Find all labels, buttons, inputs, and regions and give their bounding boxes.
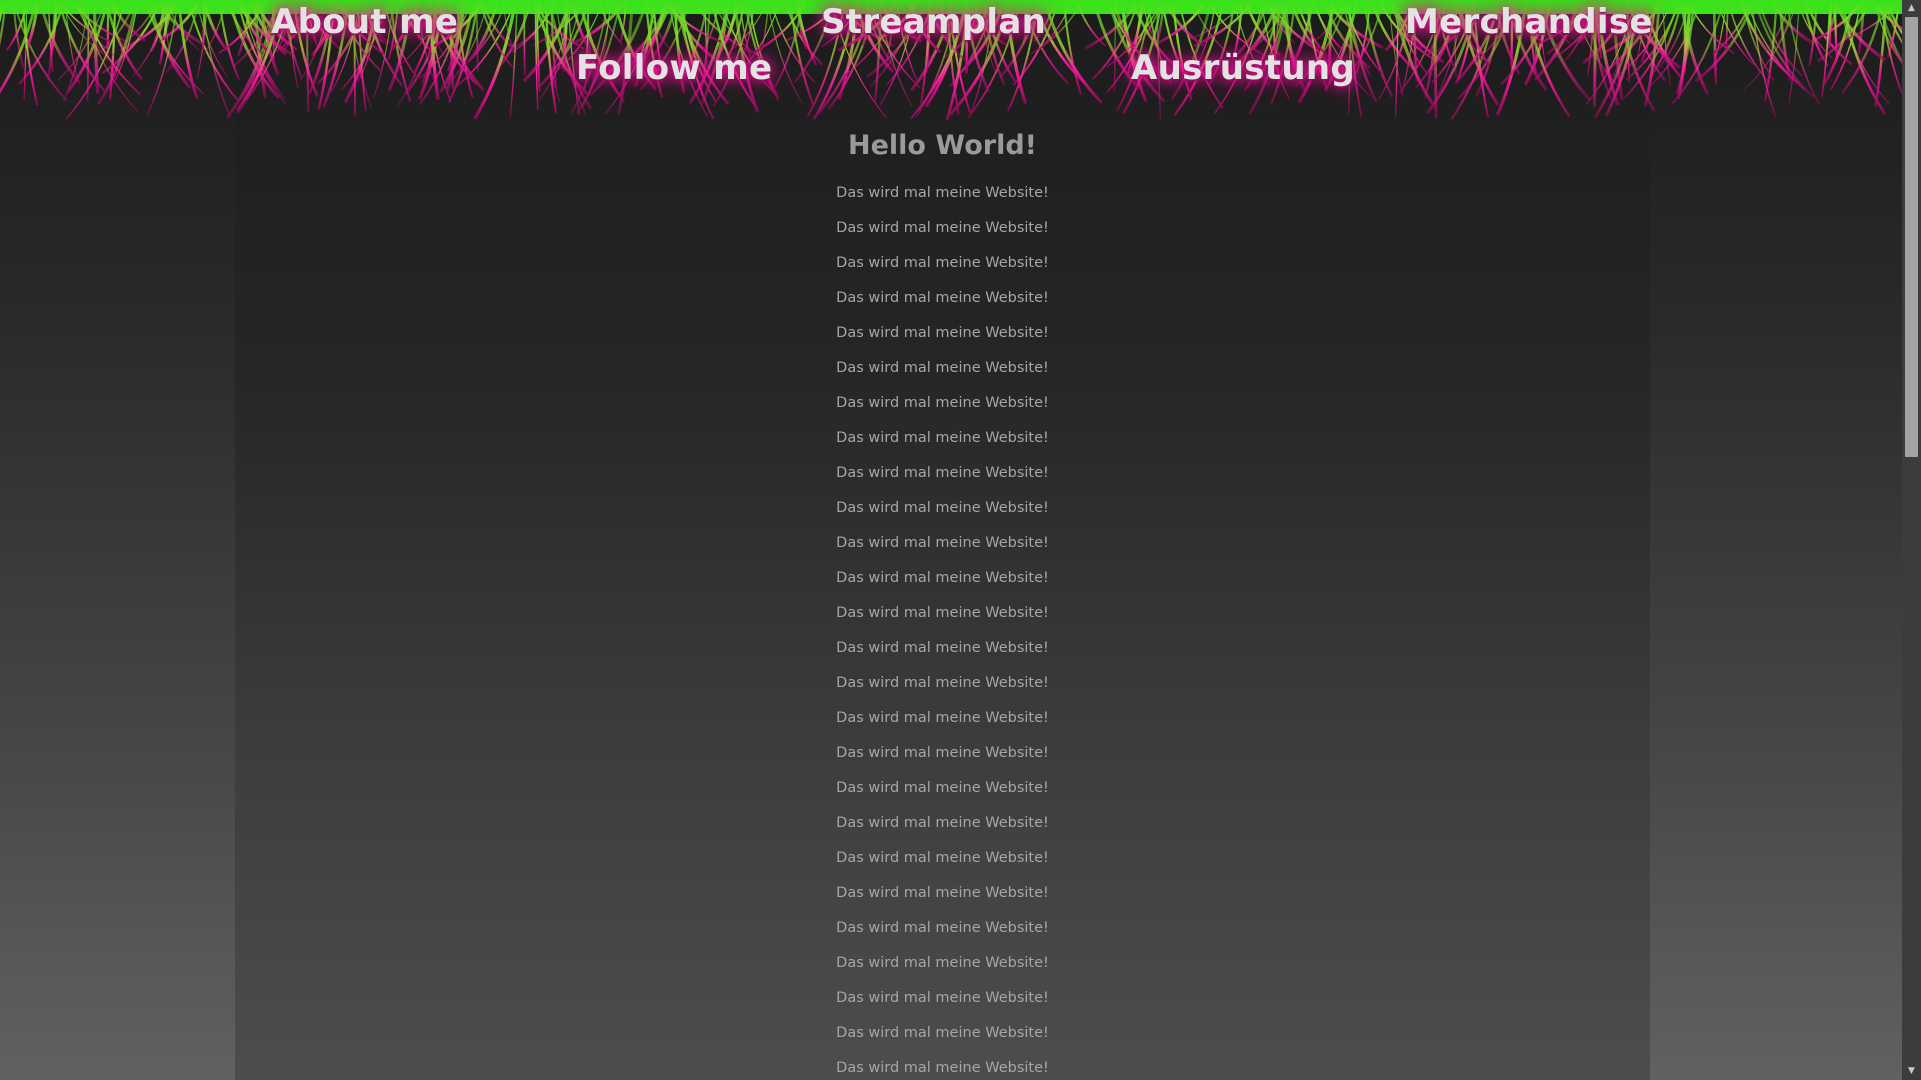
text-line: Das wird mal meine Website! [836,640,1049,656]
text-line: Das wird mal meine Website! [836,780,1049,796]
text-line: Das wird mal meine Website! [836,605,1049,621]
scrollbar-thumb[interactable] [1905,17,1918,457]
text-line: Das wird mal meine Website! [836,255,1049,271]
text-line: Das wird mal meine Website! [836,990,1049,1006]
text-line: Das wird mal meine Website! [836,885,1049,901]
nav-link-ausruestung[interactable]: Ausrüstung [1131,48,1355,88]
text-line: Das wird mal meine Website! [836,955,1049,971]
text-line: Das wird mal meine Website! [836,500,1049,516]
arrow-down-icon[interactable]: ▼ [1902,1063,1921,1080]
main-content: Hello World! Das wird mal meine Website!… [235,126,1650,1080]
text-line: Das wird mal meine Website! [836,675,1049,691]
nav-link-streamplan[interactable]: Streamplan [821,2,1046,42]
vertical-scrollbar[interactable]: ▲ ▼ [1902,0,1921,1080]
text-line: Das wird mal meine Website! [836,220,1049,236]
text-line: Das wird mal meine Website! [836,815,1049,831]
page-viewport: About me Streamplan Merchandise Follow m… [0,0,1902,1080]
text-line: Das wird mal meine Website! [836,1060,1049,1076]
text-line: Das wird mal meine Website! [836,920,1049,936]
text-line: Das wird mal meine Website! [836,290,1049,306]
text-line: Das wird mal meine Website! [836,185,1049,201]
text-lines: Das wird mal meine Website! Das wird mal … [235,176,1650,1080]
nav-link-follow-me[interactable]: Follow me [576,48,772,88]
text-line: Das wird mal meine Website! [836,1025,1049,1041]
text-line: Das wird mal meine Website! [836,325,1049,341]
text-line: Das wird mal meine Website! [836,465,1049,481]
text-line: Das wird mal meine Website! [836,710,1049,726]
page-heading: Hello World! [848,130,1037,161]
arrow-up-icon[interactable]: ▲ [1902,0,1921,17]
text-line: Das wird mal meine Website! [836,535,1049,551]
text-line: Das wird mal meine Website! [836,395,1049,411]
nav-link-about-me[interactable]: About me [271,2,458,42]
text-line: Das wird mal meine Website! [836,430,1049,446]
text-line: Das wird mal meine Website! [836,745,1049,761]
text-line: Das wird mal meine Website! [836,360,1049,376]
nav-link-merchandise[interactable]: Merchandise [1405,2,1653,42]
text-line: Das wird mal meine Website! [836,570,1049,586]
text-line: Das wird mal meine Website! [836,850,1049,866]
